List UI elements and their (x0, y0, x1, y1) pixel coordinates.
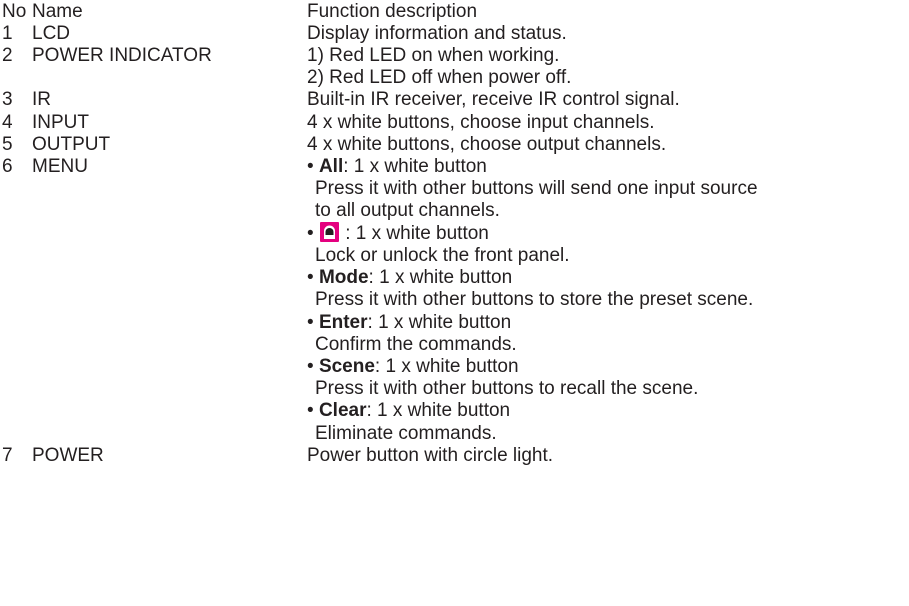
bullet-detail: to all output channels. (315, 200, 500, 221)
menu-bullet-scene: • Scene: 1 x white button (307, 355, 519, 379)
row-description: 4 x white buttons, choose input channels… (307, 112, 655, 133)
header-description: Function description (307, 1, 478, 22)
bullet-text: : 1 x white button (343, 156, 487, 177)
bullet: • (307, 223, 314, 244)
menu-bullet-clear: • Clear: 1 x white button (307, 399, 510, 423)
bullet: • (307, 312, 314, 333)
bullet-detail: Press it with other buttons to recall th… (315, 378, 699, 399)
row-name: OUTPUT (32, 134, 111, 155)
row-no: 2 (2, 45, 13, 66)
row-name: LCD (32, 23, 71, 44)
bullet-detail: Eliminate commands. (315, 423, 497, 444)
bullet: • (307, 156, 314, 177)
bullet: • (307, 400, 314, 421)
header-no: No (2, 1, 27, 22)
row-name: POWER (32, 445, 104, 466)
bullet-text: : 1 x white button (367, 312, 512, 333)
bullet-detail: Confirm the commands. (315, 334, 517, 355)
row-name: IR (32, 89, 51, 110)
row-no: 3 (2, 89, 13, 110)
row-name: INPUT (32, 112, 89, 133)
row-name: POWER INDICATOR (32, 45, 212, 66)
bullet-text: : 1 x white button (345, 223, 489, 244)
row-no: 7 (2, 445, 13, 466)
bullet-label: Clear (318, 400, 367, 421)
row-description: 1) Red LED on when working. (307, 45, 560, 66)
header-name: Name (32, 1, 83, 22)
row-description: 2) Red LED off when power off. (307, 67, 572, 88)
bullet-detail: Press it with other buttons to store the… (315, 289, 754, 310)
bullet-text: : 1 x white button (374, 356, 519, 377)
menu-bullet-all: • All: 1 x white button (307, 155, 487, 179)
bullet-text: : 1 x white button (368, 267, 513, 288)
bullet-detail: Press it with other buttons will send on… (315, 178, 758, 199)
menu-bullet-mode: • Mode: 1 x white button (307, 266, 512, 290)
row-no: 1 (2, 23, 13, 44)
lock-icon (319, 222, 339, 242)
row-no: 5 (2, 134, 13, 155)
menu-bullet-enter: • Enter: 1 x white button (307, 311, 511, 335)
row-description: 4 x white buttons, choose output channel… (307, 134, 667, 155)
bullet-label: All (318, 156, 344, 177)
menu-bullet-lock: • : 1 x white button (307, 222, 489, 246)
bullet-label: Enter (318, 312, 368, 333)
row-description: Power button with circle light. (307, 445, 554, 466)
row-description: Built-in IR receiver, receive IR control… (307, 89, 680, 110)
row-name: MENU (32, 156, 88, 177)
bullet-detail: Lock or unlock the front panel. (315, 245, 570, 266)
bullet-text: : 1 x white button (366, 400, 511, 421)
row-description: Display information and status. (307, 23, 567, 44)
row-no: 4 (2, 112, 13, 133)
bullet: • (307, 356, 314, 377)
row-no: 6 (2, 156, 13, 177)
bullet: • (307, 267, 314, 288)
bullet-label: Scene (318, 356, 375, 377)
bullet-label: Mode (318, 267, 369, 288)
